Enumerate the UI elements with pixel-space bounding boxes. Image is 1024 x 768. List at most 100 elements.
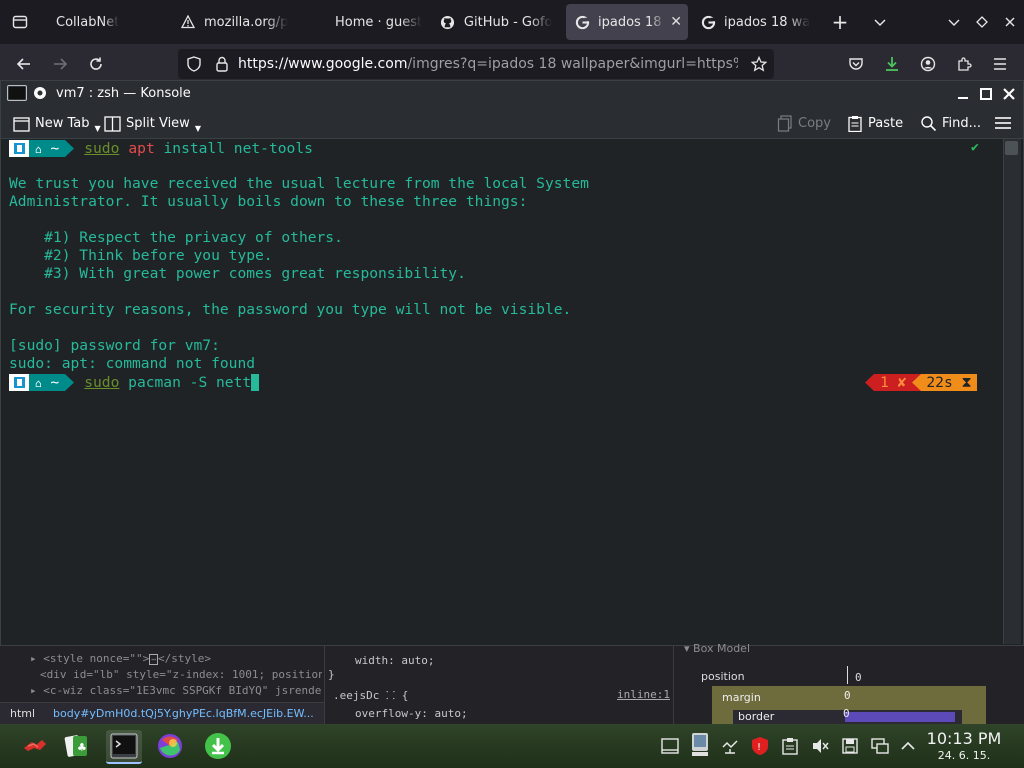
url-domain: https://www.google.com — [238, 56, 408, 72]
konsole-close-icon[interactable] — [1001, 86, 1017, 102]
devtools-divider — [324, 646, 325, 724]
os-logo-icon — [9, 374, 29, 391]
tab-collabnet[interactable]: CollabNet — [48, 4, 166, 40]
position-line — [847, 666, 848, 684]
extensions-icon[interactable] — [954, 54, 974, 74]
storage-icon[interactable] — [840, 736, 860, 756]
devtools-panel: ▸ <style nonce=""> ⋯ </style> <div id="lb"… — [0, 642, 1024, 724]
os-logo-icon — [9, 140, 29, 157]
konsole-window: vm7 : zsh — Konsole New Tab ▼ Split View… — [0, 80, 1024, 646]
reload-icon[interactable] — [86, 54, 106, 74]
tab-github[interactable]: GitHub - Gofo — [440, 4, 552, 40]
border-box[interactable]: border 0 — [733, 707, 962, 724]
padding-box — [845, 712, 955, 722]
output-line: #1) Respect the privacy of others. — [9, 229, 343, 246]
copy-button[interactable]: Copy — [777, 113, 831, 133]
error-code: 1 — [880, 374, 889, 391]
clipboard-device-icon[interactable] — [690, 730, 710, 758]
konsole-toolbar: New Tab ▼ Split View ▼ Copy Paste Find..… — [1, 107, 1023, 139]
tab-ipados-active[interactable]: ipados 18 w ✕ — [566, 4, 688, 40]
cmd-args: pacman -S nett — [119, 374, 252, 391]
cmd-apt: apt — [128, 140, 155, 157]
dom-node-cwiz[interactable]: ▸ <c-wiz class="1E3vmc SSPGKf BIdYQ" jsr… — [30, 684, 322, 697]
lock-icon[interactable] — [212, 54, 232, 74]
download-manager-icon[interactable] — [204, 732, 232, 760]
margin-box[interactable]: margin 0 border 0 — [712, 686, 986, 724]
app-launcher-icon[interactable] — [22, 736, 48, 756]
konsole-menu-button[interactable] — [994, 113, 1012, 133]
hourglass-icon: ⧗ — [961, 374, 972, 391]
tab-mozilla[interactable]: mozilla.org/p — [180, 4, 298, 40]
security-shield-icon[interactable]: ! — [750, 736, 770, 756]
clock-time[interactable]: 10:13 PM — [926, 729, 1002, 748]
css-rule-overflow[interactable]: overflow-y: auto; — [355, 707, 468, 720]
account-icon[interactable] — [918, 54, 938, 74]
pocket-icon[interactable] — [846, 54, 866, 74]
paste-icon — [848, 115, 862, 132]
browser-tab-bar: CollabNet mozilla.org/p Home · guest Git… — [0, 0, 1024, 44]
hamburger-menu-icon[interactable] — [990, 54, 1010, 74]
terminal-area[interactable]: ⌂ ~ sudo apt install net-tools ✔ We trus… — [1, 139, 1003, 644]
prompt-separator-icon — [65, 140, 75, 157]
volume-muted-icon[interactable] — [810, 736, 830, 756]
paste-button[interactable]: Paste — [847, 113, 903, 133]
scrollbar-thumb[interactable] — [1005, 141, 1018, 155]
find-button[interactable]: Find... — [920, 113, 981, 133]
window-close-icon[interactable] — [1000, 12, 1020, 32]
tab-ipados[interactable]: ipados 18 wa — [700, 4, 812, 40]
new-tab-plus-icon[interactable]: + — [830, 10, 850, 34]
browser-taskbar-icon[interactable] — [156, 732, 184, 760]
window-minimize-icon[interactable] — [944, 12, 964, 32]
terminal-cursor — [251, 374, 260, 391]
window-maximize-icon[interactable] — [972, 12, 992, 32]
prompt-separator-icon — [865, 374, 874, 391]
network-icon[interactable] — [870, 736, 890, 756]
download-icon[interactable] — [882, 54, 902, 74]
dom-text: ▸ <style nonce=""> — [30, 652, 150, 665]
output-line: [sudo] password for vm7: — [9, 337, 220, 354]
tab-label: ipados 18 w — [598, 14, 666, 30]
terminal-scrollbar[interactable] — [1003, 139, 1021, 644]
prompt-home: ~ — [50, 374, 60, 391]
clock-date[interactable]: 24. 6. 15. — [926, 749, 1002, 762]
pin-icon[interactable] — [33, 86, 47, 100]
tab-label: CollabNet — [56, 14, 120, 30]
tab-home-guest[interactable]: Home · guest — [335, 4, 425, 40]
google-icon — [700, 14, 716, 30]
css-selector[interactable]: .eejsDc ⸬ { — [333, 688, 408, 703]
clipboard-icon[interactable] — [780, 736, 800, 756]
bookmark-star-icon[interactable] — [749, 54, 769, 74]
firefox-view-icon[interactable] — [10, 12, 30, 32]
url-text[interactable]: https://www.google.com/imgres?q=ipados 1… — [238, 56, 738, 74]
konsole-title-bar[interactable]: vm7 : zsh — Konsole — [1, 81, 1023, 107]
back-arrow-icon[interactable] — [14, 54, 34, 74]
close-tab-icon[interactable]: ✕ — [670, 14, 682, 30]
cards-game-icon[interactable]: ♣ — [63, 732, 91, 760]
konsole-maximize-icon[interactable] — [978, 86, 994, 102]
shield-icon[interactable] — [184, 54, 204, 74]
output-line: #3) With great power comes great respons… — [9, 265, 466, 282]
css-source-link[interactable]: inline:1 — [617, 688, 670, 701]
window-list-icon[interactable] — [660, 736, 680, 756]
error-status: 1 ✘ — [874, 374, 913, 391]
konsole-taskbar-button[interactable] — [106, 730, 142, 764]
css-rule-width[interactable]: width: auto; — [355, 654, 434, 667]
network-activity-icon[interactable] — [720, 736, 740, 756]
tray-expand-chevron-icon[interactable] — [898, 736, 918, 756]
split-view-button[interactable]: Split View ▼ — [104, 113, 201, 133]
new-tab-button[interactable]: New Tab ▼ — [13, 113, 101, 133]
konsole-minimize-icon[interactable] — [955, 86, 971, 102]
list-tabs-chevron-icon[interactable] — [870, 12, 890, 32]
dom-node-div[interactable]: <div id="lb" style="z-index: 1001; posit… — [40, 668, 322, 681]
breadcrumb-body[interactable]: body#yDmH0d.tQj5Y.ghyPEc.IqBfM.ecJEib.EW… — [53, 707, 321, 720]
prompt-dir: ⌂ ~ — [29, 140, 66, 157]
dom-node-style[interactable]: ▸ <style nonce=""> ⋯ </style> — [30, 652, 211, 665]
duration-value: 22s — [926, 374, 953, 391]
box-model-label: Box Model — [693, 642, 751, 655]
forward-arrow-icon[interactable] — [50, 54, 70, 74]
terminal-app-icon[interactable] — [7, 85, 27, 101]
breadcrumb-html[interactable]: html — [10, 707, 35, 720]
home-icon: ⌂ — [35, 377, 42, 390]
google-icon — [574, 14, 590, 30]
tab-label: GitHub - Gofo — [463, 14, 552, 30]
